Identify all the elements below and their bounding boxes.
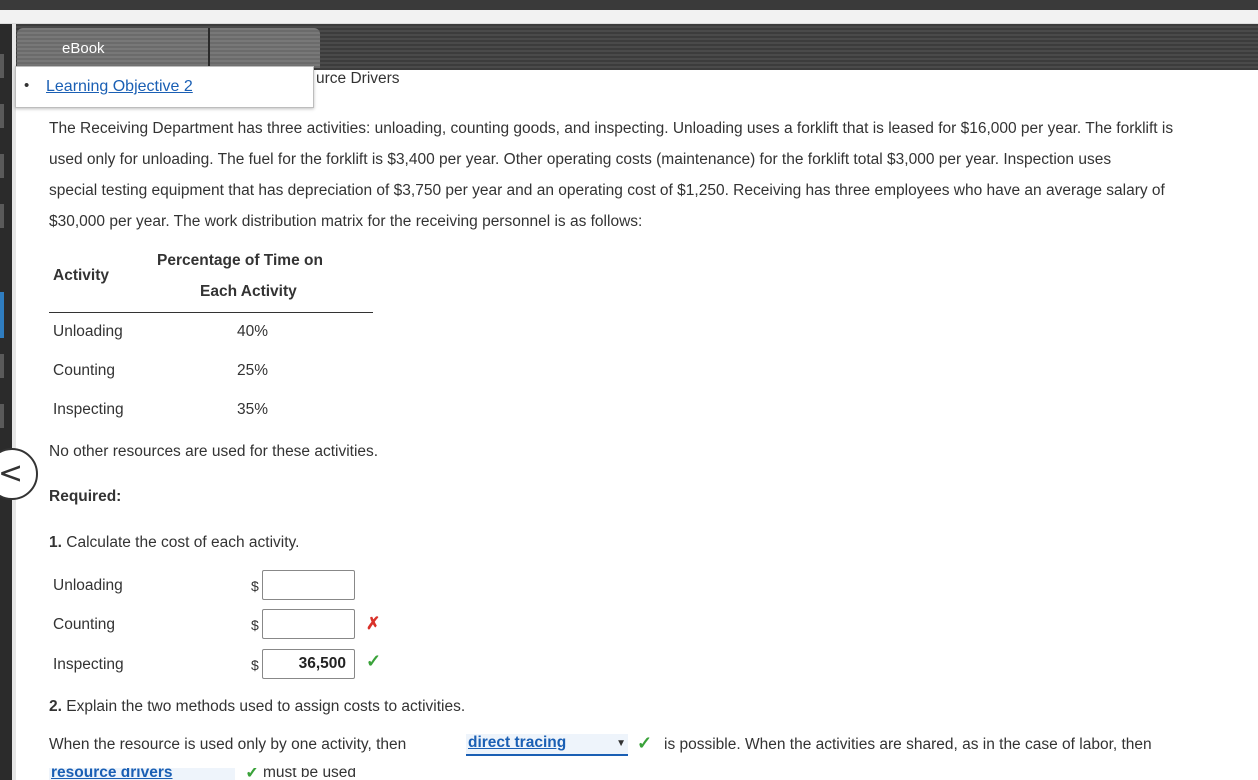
learning-objective-link[interactable]: Learning Objective 2 [46,78,193,96]
problem-line: $30,000 per year. The work distribution … [49,213,643,230]
tab-divider [208,28,210,68]
table-row: Counting 25% [53,362,373,380]
bullet: • [24,77,30,94]
tab-ebook[interactable]: eBook [17,28,320,68]
browser-top-bar [0,0,1258,10]
back-button[interactable]: < [0,448,38,500]
activity-percentage: 25% [237,362,269,379]
note-text: No other resources are used for these ac… [49,443,379,460]
table-row: Inspecting 35% [53,401,373,419]
currency-symbol: $ [251,657,259,673]
explanation-continuation: resource drivers ✓ must be used [49,768,379,780]
rail-item[interactable] [0,204,4,228]
chevron-down-icon: ▼ [616,738,626,749]
header-rule [49,312,373,313]
header-activity: Activity [53,267,109,284]
ebook-dropdown: • Learning Objective 2 [15,66,314,108]
counting-cost-input[interactable] [262,609,355,639]
question-2: 2. Explain the two methods used to assig… [49,698,465,716]
rail-item-active[interactable] [0,292,4,338]
cost-label-unloading: Unloading [53,577,123,594]
header-percentage-line2: Each Activity [200,283,297,300]
problem-line: used only for unloading. The fuel for th… [49,151,1112,168]
problem-text: The Receiving Department has three activ… [49,113,1258,237]
activity-percentage: 40% [237,323,269,340]
selected-value: resource drivers [51,768,173,780]
explanation-tail: must be used [263,768,357,780]
x-icon: ✗ [366,614,381,633]
problem-line: special testing equipment that has depre… [49,182,1165,199]
explanation-text-before: When the resource is used only by one ac… [49,736,407,753]
problem-line: The Receiving Department has three activ… [49,120,1174,137]
rail-item[interactable] [0,54,4,78]
selected-value: direct tracing [468,734,567,751]
method-select-1[interactable]: direct tracing ▼ [466,734,628,756]
method-select-2[interactable]: resource drivers [49,768,235,780]
question-number: 2. [49,698,62,715]
explanation-text-after: is possible. When the activities are sha… [664,736,1152,753]
question-number: 1. [49,534,62,551]
question-text: Calculate the cost of each activity. [66,534,300,551]
cost-label-counting: Counting [53,616,116,633]
activity-name: Unloading [53,323,123,340]
cost-label-inspecting: Inspecting [53,656,124,673]
rail-item[interactable] [0,104,4,128]
rail-item[interactable] [0,404,4,428]
section-title: urce Drivers [316,70,400,87]
question-1: 1. Calculate the cost of each activity. [49,534,299,552]
chevron-left-icon: < [0,456,24,491]
check-icon: ✓ [245,768,261,780]
currency-symbol: $ [251,578,259,594]
tab-ebook-label: eBook [62,40,105,57]
activity-percentage: 35% [237,401,269,418]
question-text: Explain the two methods used to assign c… [66,698,466,715]
check-icon: ✓ [366,651,382,671]
rail-item[interactable] [0,354,4,378]
table-row: Unloading 40% [53,323,373,341]
rail-edge [12,24,16,780]
inspecting-cost-input[interactable] [262,649,355,679]
currency-symbol: $ [251,617,259,633]
header-percentage: Percentage of Time on [157,252,323,269]
activity-name: Counting [53,362,116,379]
unloading-cost-input[interactable] [262,570,355,600]
activity-name: Inspecting [53,401,124,418]
browser-toolbar [0,10,1258,24]
required-heading: Required: [49,488,122,505]
explanation-sentence: When the resource is used only by one ac… [49,736,406,754]
rail-item[interactable] [0,154,4,178]
check-icon: ✓ [637,733,653,753]
